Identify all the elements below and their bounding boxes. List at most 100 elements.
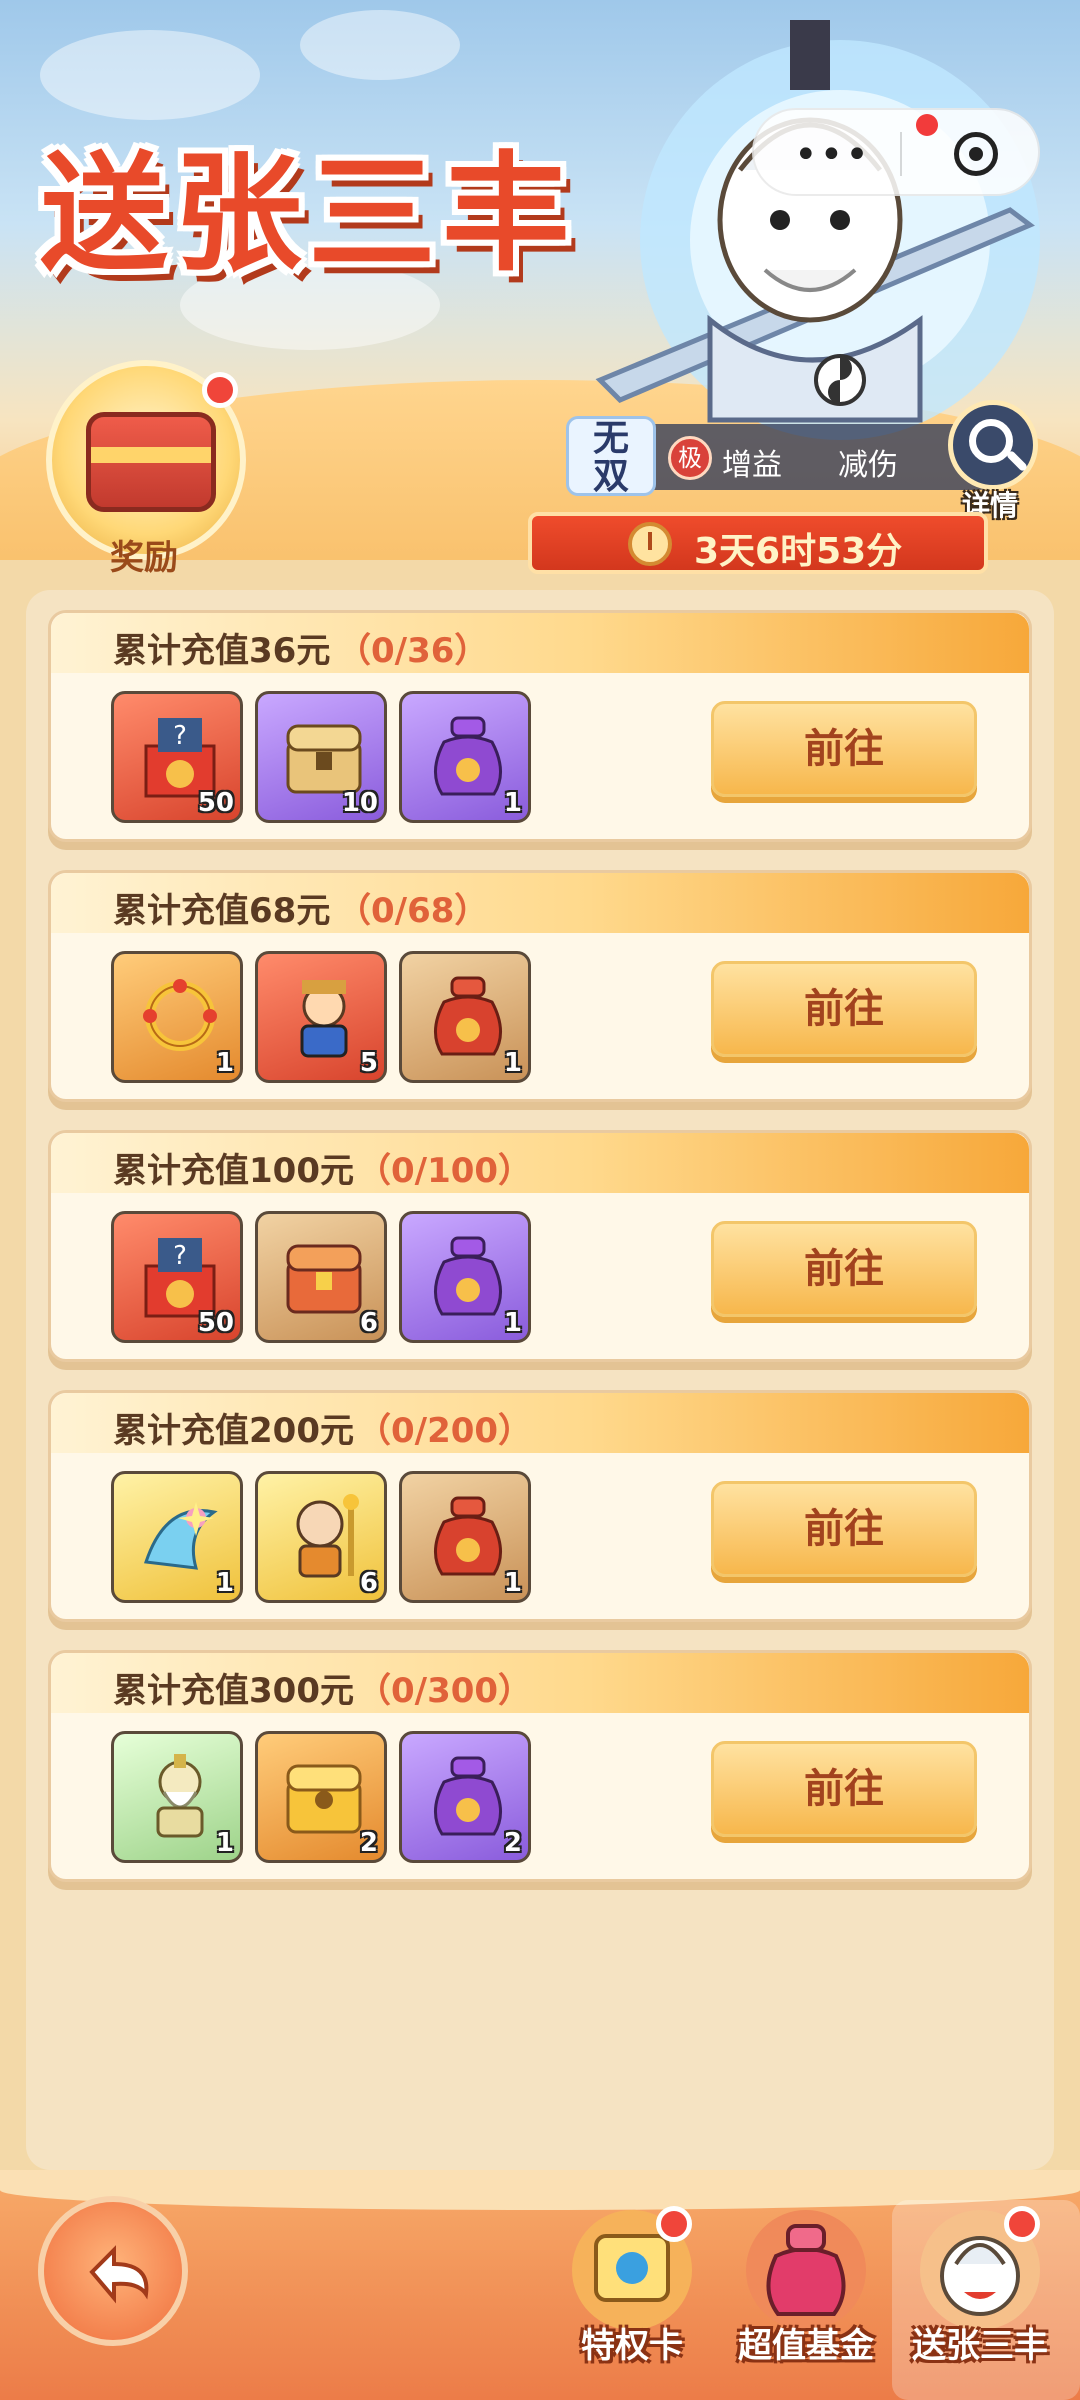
nav-notification-dot [1004, 2206, 1040, 2242]
lucky-bag-icon [434, 716, 502, 796]
reward-item[interactable]: 6 [255, 1211, 387, 1343]
item-count: 2 [503, 1828, 522, 1858]
lucky-bag-icon [434, 1496, 502, 1576]
lucky-bag-icon [434, 976, 502, 1056]
close-miniprogram-icon[interactable] [954, 132, 998, 176]
item-count: 1 [503, 1308, 522, 1338]
tier-title: 累计充值68元 [113, 891, 331, 931]
countdown-timer: 3天6时53分 [528, 512, 988, 574]
reward-item[interactable]: 1 [111, 1471, 243, 1603]
item-count: 6 [359, 1308, 378, 1338]
item-count: 50 [197, 788, 234, 818]
reward-item[interactable]: 2 [399, 1731, 531, 1863]
search-icon-handle [1005, 449, 1029, 473]
wushuang-top-char: 无 [592, 417, 629, 459]
item-count: 10 [341, 788, 378, 818]
treasure-chest-icon [286, 1244, 362, 1314]
go-button[interactable]: 前往 [711, 701, 977, 797]
item-count: 6 [359, 1568, 378, 1598]
tier-progress: （0/36） [337, 631, 489, 671]
notification-dot [916, 114, 938, 136]
sage-hero-icon [156, 1754, 204, 1838]
tier-card: 累计充值68元 （0/68） 1 5 1 前往 [48, 870, 1032, 1102]
reward-item[interactable]: 1 [399, 1211, 531, 1343]
tier-title: 累计充值100元 [113, 1151, 354, 1191]
buff-reduce-label: 减伤 [838, 448, 898, 483]
reward-item[interactable]: ? 50 [111, 1211, 243, 1343]
golden-ring-icon [143, 979, 217, 1051]
zhangsanfeng-hero-illustration [595, 20, 1040, 440]
hero-portrait-icon [300, 980, 348, 1058]
item-count: 1 [215, 1828, 234, 1858]
nav-item-privilege-card[interactable]: 特权卡 [552, 2206, 712, 2366]
fund-bag-icon [746, 2210, 866, 2330]
tier-progress: （0/300） [357, 1671, 533, 1711]
lucky-bag-icon [434, 1236, 502, 1316]
wing-ornament-icon [143, 1502, 218, 1570]
item-count: 50 [197, 1308, 234, 1338]
treasure-chest-icon [286, 724, 362, 794]
reward-item[interactable]: 10 [255, 691, 387, 823]
tier-progress: （0/200） [357, 1411, 533, 1451]
mystery-box-icon: ? [144, 718, 216, 798]
nav-item-value-fund[interactable]: 超值基金 [726, 2206, 886, 2366]
tier-progress: （0/68） [337, 891, 489, 931]
back-arrow-icon [89, 2245, 149, 2304]
wushuang-badge: 无 双 [566, 416, 656, 496]
nav-item-zhangsanfeng[interactable]: 送张三丰 [900, 2206, 1060, 2366]
reward-notification-dot [202, 372, 238, 408]
item-count: 1 [215, 1568, 234, 1598]
item-count: 1 [215, 1048, 234, 1078]
item-count: 1 [503, 1048, 522, 1078]
item-count: 5 [359, 1048, 378, 1078]
reward-item[interactable]: 5 [255, 951, 387, 1083]
cloud-decoration [300, 10, 460, 80]
cloud-decoration [40, 30, 260, 120]
wushuang-bottom-char: 双 [592, 455, 629, 497]
tier-card: 累计充值200元 （0/200） 1 6 1 前往 [48, 1390, 1032, 1622]
miniprogram-capsule[interactable]: ••• [752, 108, 1040, 196]
clock-icon [628, 522, 672, 566]
reward-chest-icon [86, 412, 216, 512]
go-button[interactable]: 前往 [711, 1221, 977, 1317]
tier-title: 累计充值200元 [113, 1411, 354, 1451]
go-button[interactable]: 前往 [711, 1741, 977, 1837]
tier-title: 累计充值36元 [113, 631, 331, 671]
nav-label: 超值基金 [738, 2326, 874, 2366]
nav-notification-dot [656, 2206, 692, 2242]
mystery-box-icon: ? [144, 1238, 216, 1318]
svg-text:?: ? [173, 1241, 187, 1271]
nav-label: 特权卡 [581, 2326, 683, 2366]
tier-card: 累计充值300元 （0/300） 1 2 2 前往 [48, 1650, 1032, 1882]
item-count: 1 [503, 1568, 522, 1598]
lucky-bag-icon [434, 1756, 502, 1836]
reward-item[interactable]: 1 [399, 951, 531, 1083]
golden-chest-icon [286, 1764, 362, 1834]
more-menu-icon[interactable]: ••• [794, 132, 871, 178]
reward-label[interactable]: 奖励 [110, 530, 178, 579]
buff-gain-label: 增益 [722, 448, 782, 483]
reward-item[interactable]: 1 [111, 951, 243, 1083]
ji-badge-icon: 极 [668, 436, 712, 480]
reward-item[interactable]: 1 [399, 1471, 531, 1603]
reward-item[interactable]: 1 [111, 1731, 243, 1863]
item-count: 2 [359, 1828, 378, 1858]
tier-progress: （0/100） [357, 1151, 533, 1191]
reward-item[interactable]: 2 [255, 1731, 387, 1863]
event-title: 送张三丰 [40, 139, 577, 289]
tier-card: 累计充值100元 （0/100） ? 50 6 1 前往 [48, 1130, 1032, 1362]
monk-hero-icon [296, 1494, 359, 1578]
back-button[interactable] [38, 2196, 188, 2346]
capsule-divider [900, 132, 902, 176]
tier-title: 累计充值300元 [113, 1671, 354, 1711]
nav-label: 送张三丰 [912, 2326, 1048, 2366]
reward-item[interactable]: 1 [399, 691, 531, 823]
reward-item[interactable]: 6 [255, 1471, 387, 1603]
go-button[interactable]: 前往 [711, 1481, 977, 1577]
countdown-text: 3天6时53分 [694, 531, 903, 572]
reward-item[interactable]: ? 50 [111, 691, 243, 823]
tier-card: 累计充值36元 （0/36） ? 50 10 1 前往 [48, 610, 1032, 842]
svg-text:?: ? [173, 721, 187, 751]
go-button[interactable]: 前往 [711, 961, 977, 1057]
detail-button[interactable] [948, 400, 1038, 490]
